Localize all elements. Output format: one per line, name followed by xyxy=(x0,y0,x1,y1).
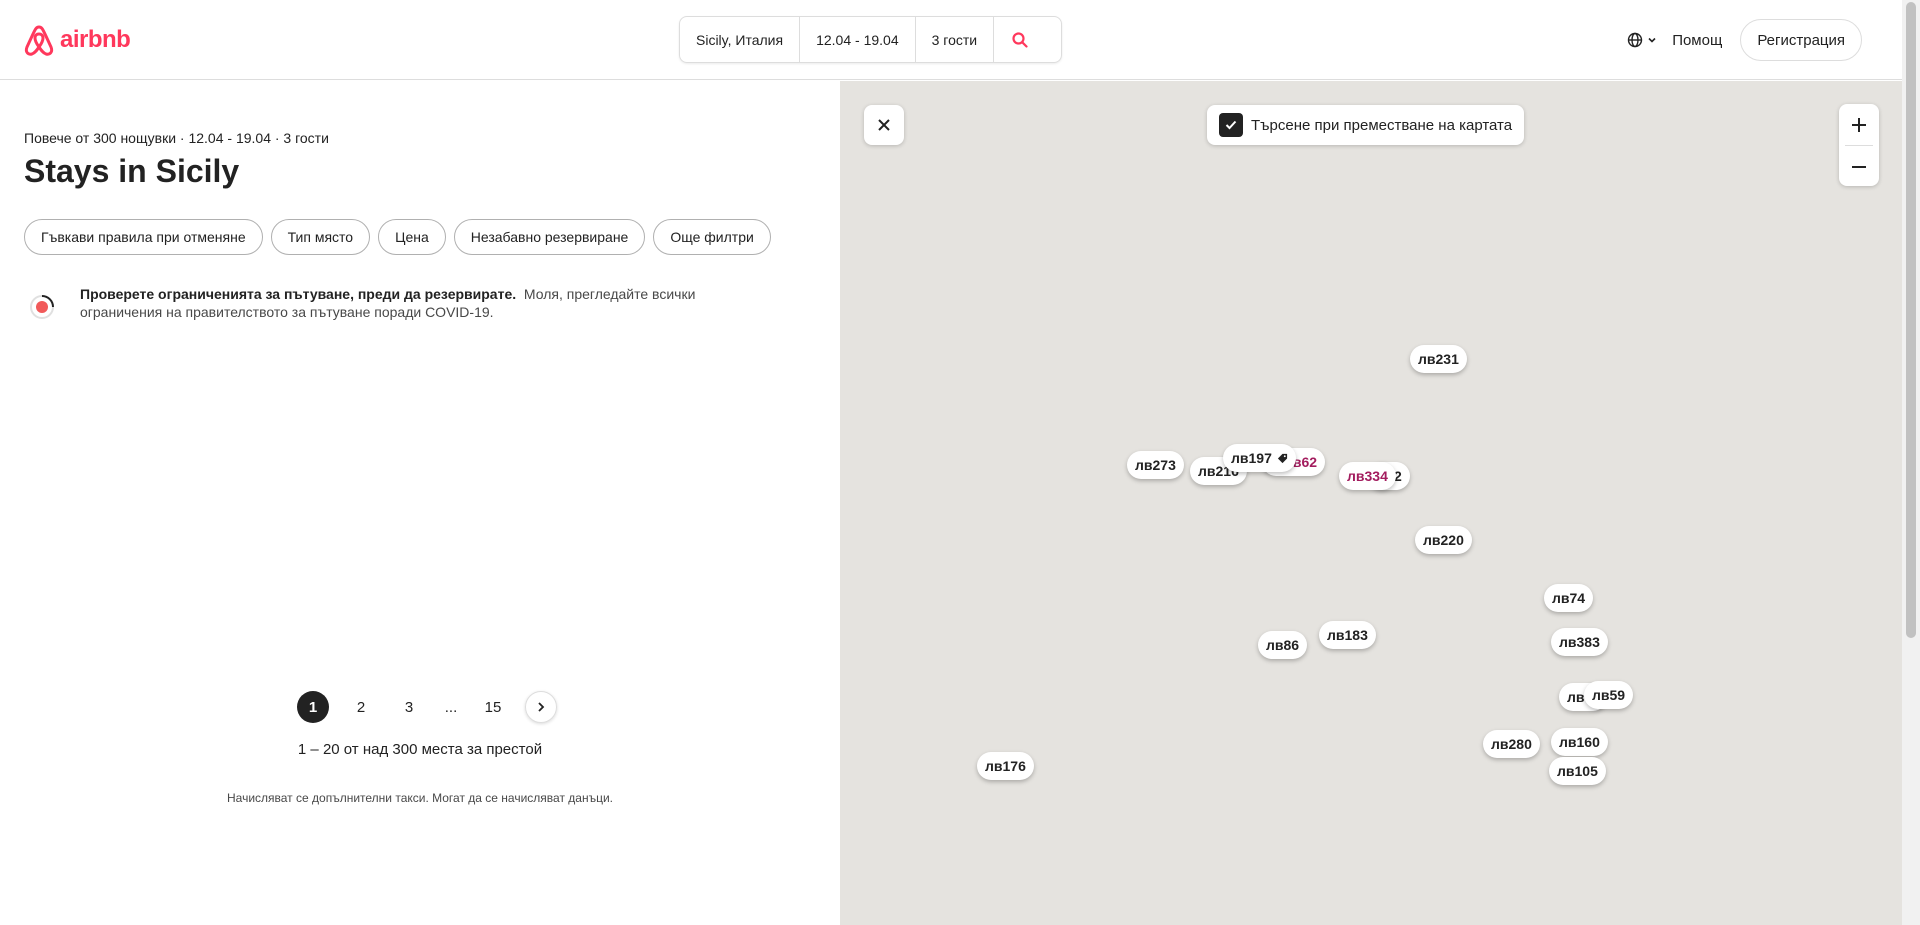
page-2[interactable]: 2 xyxy=(345,691,377,723)
minus-icon xyxy=(1852,165,1866,168)
search-on-move-label: Търсене при преместване на картата xyxy=(1251,116,1513,134)
price-pin[interactable]: лв105 xyxy=(1549,757,1606,785)
language-button[interactable] xyxy=(1622,20,1662,60)
zoom-controls xyxy=(1839,104,1879,186)
search-on-move-checkbox[interactable] xyxy=(1219,113,1243,137)
page-1[interactable]: 1 xyxy=(297,691,329,723)
page-3[interactable]: 3 xyxy=(393,691,425,723)
filter-bar: Гъвкави правила при отменяне Тип място Ц… xyxy=(24,219,771,255)
results-subtitle: Повече от 300 нощувки · 12.04 - 19.04 · … xyxy=(24,130,329,146)
pagination: 1 2 3 ... 15 xyxy=(297,691,557,723)
notice-text: Проверете ограниченията за пътуване, пре… xyxy=(80,285,744,325)
price-pin[interactable]: лв74 xyxy=(1544,584,1594,612)
price-pin[interactable]: лв273 xyxy=(1127,451,1184,479)
map[interactable]: Търсене при преместване на картата лв231… xyxy=(840,81,1902,925)
register-button[interactable]: Регистрация xyxy=(1740,19,1862,61)
page-ellipsis: ... xyxy=(444,698,458,716)
results-panel: Повече от 300 нощувки · 12.04 - 19.04 · … xyxy=(0,81,840,925)
checkmark-icon xyxy=(1225,120,1237,130)
search-guests[interactable]: 3 гости xyxy=(916,17,995,62)
tag-icon xyxy=(1277,453,1287,463)
price-pin-label: лв197 xyxy=(1231,450,1272,466)
notice-bold: Проверете ограниченията за пътуване, пре… xyxy=(80,286,517,302)
results-count: 1 – 20 от над 300 места за престой xyxy=(297,741,543,758)
search-location[interactable]: Sicily, Италия xyxy=(680,17,801,62)
filter-price[interactable]: Цена xyxy=(378,219,446,255)
fees-note: Начисляват се допълнителни такси. Могат … xyxy=(227,791,613,805)
next-page-button[interactable] xyxy=(525,691,557,723)
close-map-button[interactable] xyxy=(864,105,904,145)
scrollbar-thumb[interactable] xyxy=(1906,2,1916,638)
help-link[interactable]: Помощ xyxy=(1672,32,1722,49)
price-pin[interactable]: лв334 xyxy=(1339,462,1396,490)
search-icon xyxy=(1012,31,1028,48)
alert-target-icon xyxy=(30,295,54,319)
airbnb-logo-icon xyxy=(24,25,54,56)
price-pin[interactable]: лв280 xyxy=(1483,730,1540,758)
logo-text: airbnb xyxy=(60,26,131,53)
filter-more[interactable]: Още филтри xyxy=(653,219,771,255)
price-pin[interactable]: лв231 xyxy=(1410,345,1467,373)
price-pin[interactable]: лв183 xyxy=(1319,621,1376,649)
travel-restrictions-notice: Проверете ограниченията за пътуване, пре… xyxy=(24,285,744,325)
zoom-in-button[interactable] xyxy=(1839,104,1879,145)
zoom-out-button[interactable] xyxy=(1839,146,1879,187)
price-pin[interactable]: лв160 xyxy=(1551,728,1608,756)
page-title: Stays in Sicily xyxy=(24,153,240,189)
globe-icon xyxy=(1627,32,1643,48)
search-on-map-move-toggle[interactable]: Търсене при преместване на картата xyxy=(1207,105,1525,145)
filter-instant-book[interactable]: Незабавно резервиране xyxy=(453,219,646,255)
plus-icon xyxy=(1852,117,1866,132)
page-scrollbar[interactable] xyxy=(1902,0,1920,925)
filter-flexible-cancellation[interactable]: Гъвкави правила при отменяне xyxy=(24,219,263,255)
price-pin[interactable]: лв59 xyxy=(1584,681,1634,709)
price-pin[interactable]: лв220 xyxy=(1415,526,1472,554)
chevron-down-icon xyxy=(1648,37,1656,43)
search-button[interactable] xyxy=(994,17,1046,62)
price-pin-selected[interactable]: лв197 xyxy=(1223,444,1296,472)
price-pin[interactable]: лв383 xyxy=(1551,628,1608,656)
airbnb-logo[interactable]: airbnb xyxy=(23,23,131,57)
chevron-right-icon xyxy=(538,702,545,712)
filter-place-type[interactable]: Тип място xyxy=(270,219,371,255)
search-bar[interactable]: Sicily, Италия 12.04 - 19.04 3 гости xyxy=(679,16,1062,63)
price-pin[interactable]: лв86 xyxy=(1258,631,1308,659)
page-15[interactable]: 15 xyxy=(477,691,509,723)
close-icon xyxy=(878,119,890,131)
search-dates[interactable]: 12.04 - 19.04 xyxy=(800,17,916,62)
price-pin[interactable]: лв176 xyxy=(977,752,1034,780)
top-header: airbnb Sicily, Италия 12.04 - 19.04 3 го… xyxy=(0,0,1902,80)
